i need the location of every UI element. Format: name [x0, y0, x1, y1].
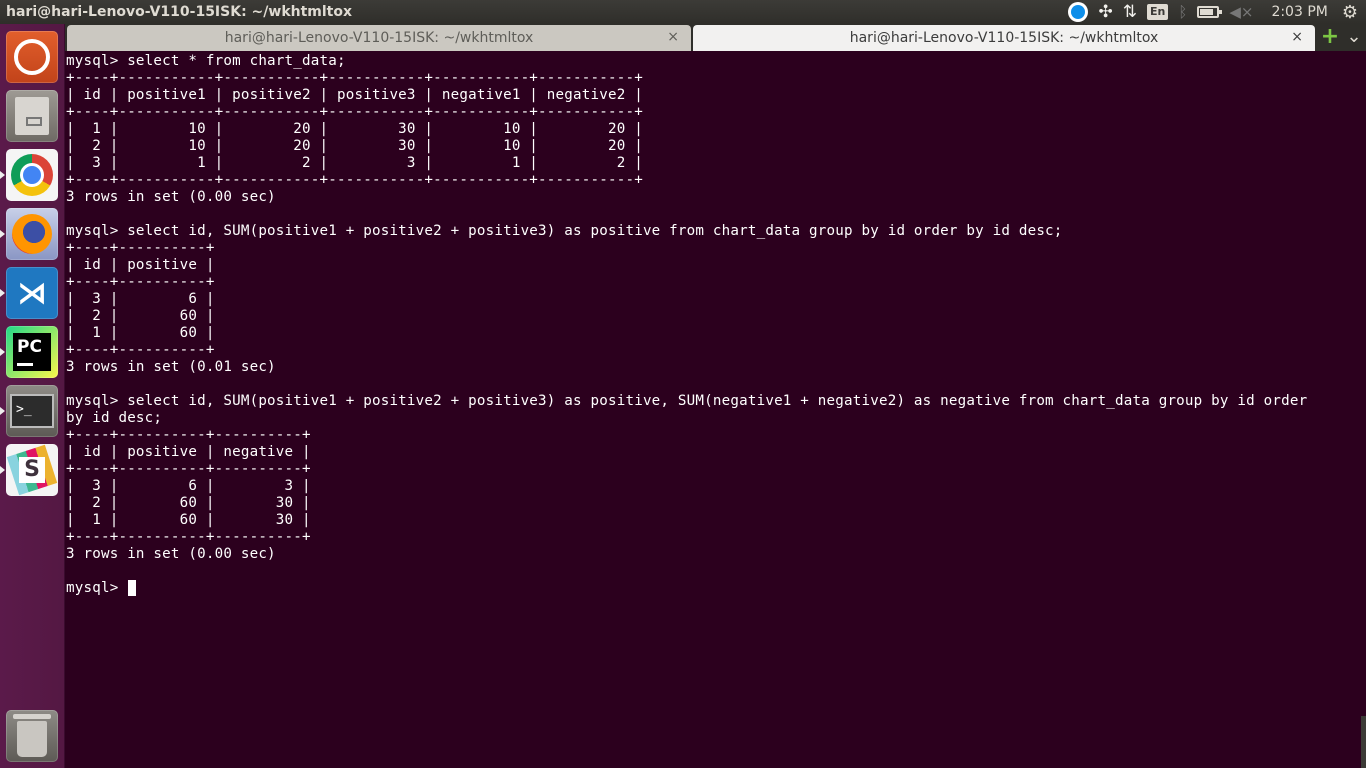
terminal-line: | id | positive | negative |: [66, 444, 311, 460]
terminal-line: | 2 | 60 |: [66, 308, 215, 324]
clock[interactable]: 2:03 PM: [1271, 4, 1327, 20]
terminal-line: +----+----------+----------+: [66, 427, 311, 443]
teamviewer-icon[interactable]: [1068, 0, 1089, 24]
tab-close-icon[interactable]: ×: [667, 29, 679, 45]
terminal-line: +----+----------+----------+: [66, 529, 311, 545]
terminal-tab-2[interactable]: hari@hari-Lenovo-V110-15ISK: ~/wkhtmltox…: [693, 25, 1315, 51]
volume-muted-icon[interactable]: ◀×: [1229, 0, 1253, 24]
ubuntu-dash-icon[interactable]: [6, 31, 58, 83]
keyboard-layout-indicator[interactable]: En: [1146, 0, 1169, 24]
terminal-line: +----+----------+: [66, 274, 215, 290]
terminal-line: +----+----------+: [66, 342, 215, 358]
keyboard-layout-label: En: [1146, 4, 1169, 20]
terminal-line: | 1 | 10 | 20 | 30 | 10 | 20 |: [66, 121, 643, 137]
terminal-line: 3 rows in set (0.00 sec): [66, 189, 276, 205]
files-icon[interactable]: [6, 90, 58, 142]
battery-icon[interactable]: [1197, 0, 1223, 24]
terminal-tab-1[interactable]: hari@hari-Lenovo-V110-15ISK: ~/wkhtmltox…: [67, 25, 691, 51]
trash-icon[interactable]: [6, 710, 58, 762]
scrollbar[interactable]: [1361, 716, 1366, 768]
terminal-output[interactable]: mysql> select * from chart_data; +----+--…: [65, 51, 1366, 768]
terminal-line: | id | positive1 | positive2 | positive3…: [66, 87, 643, 103]
terminal-line: by id desc;: [66, 410, 163, 426]
terminal-line: +----+-----------+-----------+----------…: [66, 70, 643, 86]
settings-gear-icon[interactable]: ⚙: [1342, 0, 1358, 24]
top-panel: hari@hari-Lenovo-V110-15ISK: ~/wkhtmltox…: [0, 0, 1366, 24]
transfer-arrows-icon[interactable]: ⇅: [1123, 0, 1137, 24]
tab-label: hari@hari-Lenovo-V110-15ISK: ~/wkhtmltox: [224, 30, 534, 46]
terminal-tab-bar: hari@hari-Lenovo-V110-15ISK: ~/wkhtmltox…: [65, 24, 1366, 51]
terminal-line: | id | positive |: [66, 257, 215, 273]
terminal-line: mysql> select id, SUM(positive1 + positi…: [66, 223, 1063, 239]
window-title: hari@hari-Lenovo-V110-15ISK: ~/wkhtmltox: [6, 4, 353, 20]
terminal-line: | 1 | 60 | 30 |: [66, 512, 311, 528]
network-icon[interactable]: ✣: [1098, 0, 1112, 24]
terminal-line: | 1 | 60 |: [66, 325, 215, 341]
terminal-cursor: [128, 580, 137, 596]
pycharm-icon[interactable]: PC: [6, 326, 58, 378]
chrome-icon[interactable]: [6, 149, 58, 201]
terminal-icon[interactable]: >_: [6, 385, 58, 437]
terminal-line: 3 rows in set (0.01 sec): [66, 359, 276, 375]
terminal-line: +----+-----------+-----------+----------…: [66, 104, 643, 120]
firefox-icon[interactable]: [6, 208, 58, 260]
terminal-line: | 3 | 6 | 3 |: [66, 478, 311, 494]
terminal-line: | 3 | 1 | 2 | 3 | 1 | 2 |: [66, 155, 643, 171]
terminal-line: mysql> select id, SUM(positive1 + positi…: [66, 393, 1308, 409]
terminal-line: | 2 | 60 | 30 |: [66, 495, 311, 511]
bluetooth-icon[interactable]: ᛒ: [1178, 0, 1187, 24]
tab-label: hari@hari-Lenovo-V110-15ISK: ~/wkhtmltox: [849, 30, 1159, 46]
terminal-line: +----+-----------+-----------+----------…: [66, 172, 643, 188]
terminal-line: | 3 | 6 |: [66, 291, 215, 307]
tab-menu-chevron-icon[interactable]: ⌄: [1343, 26, 1365, 48]
terminal-line: | 2 | 10 | 20 | 30 | 10 | 20 |: [66, 138, 643, 154]
tab-close-icon[interactable]: ×: [1291, 29, 1303, 45]
terminal-line: 3 rows in set (0.00 sec): [66, 546, 276, 562]
terminal-line: mysql> select * from chart_data;: [66, 53, 346, 69]
slack-icon[interactable]: S: [6, 444, 58, 496]
terminal-line: +----+----------+: [66, 240, 215, 256]
launcher: ⋊ PC >_ S: [0, 24, 65, 768]
vscode-icon[interactable]: ⋊: [6, 267, 58, 319]
terminal-line: mysql>: [66, 580, 1366, 597]
terminal-line: +----+----------+----------+: [66, 461, 311, 477]
new-tab-plus-icon[interactable]: +: [1319, 26, 1341, 49]
